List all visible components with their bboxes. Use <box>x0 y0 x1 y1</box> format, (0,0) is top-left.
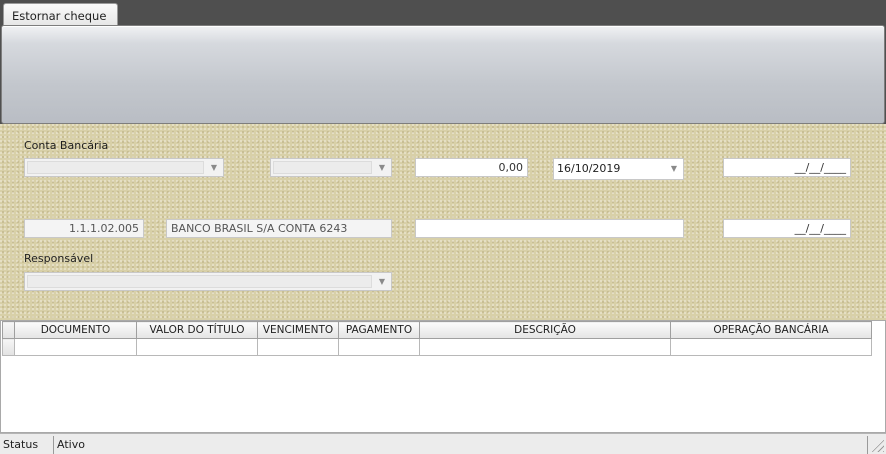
combo-inner <box>27 161 204 174</box>
grid-table: DOCUMENTO VALOR DO TÍTULO VENCIMENTO PAG… <box>2 321 872 356</box>
chevron-down-icon[interactable]: ▼ <box>376 163 388 173</box>
combo-inner <box>27 275 372 288</box>
responsavel-label: Responsável <box>24 252 94 265</box>
table-cell[interactable] <box>257 338 339 356</box>
col-header-operacao-bancaria[interactable]: OPERAÇÃO BANCÁRIA <box>670 321 872 339</box>
row-selector[interactable] <box>2 338 15 356</box>
col-header-valor-titulo[interactable]: VALOR DO TÍTULO <box>136 321 258 339</box>
status-value: Ativo <box>54 436 868 454</box>
table-row[interactable] <box>2 338 872 356</box>
data-combo[interactable]: 16/10/2019 ▼ <box>553 158 684 180</box>
cheques-grid[interactable]: DOCUMENTO VALOR DO TÍTULO VENCIMENTO PAG… <box>0 320 886 433</box>
combo-inner <box>273 161 372 174</box>
codigo-conta-field: 1.1.1.02.005 <box>24 219 144 238</box>
responsavel-combo[interactable]: ▼ <box>24 272 392 291</box>
grid-header-row: DOCUMENTO VALOR DO TÍTULO VENCIMENTO PAG… <box>2 321 872 339</box>
conta-bancaria-combo[interactable]: ▼ <box>24 158 224 177</box>
table-cell[interactable] <box>14 338 137 356</box>
ribbon-panel <box>1 25 885 124</box>
status-label: Status <box>0 436 54 454</box>
tab-estornar-cheque[interactable]: Estornar cheque <box>3 3 118 26</box>
chevron-down-icon[interactable]: ▼ <box>208 163 220 173</box>
col-header-vencimento[interactable]: VENCIMENTO <box>257 321 339 339</box>
valor-field[interactable]: 0,00 <box>415 158 528 177</box>
col-header-descricao[interactable]: DESCRIÇÃO <box>419 321 671 339</box>
table-cell[interactable] <box>670 338 872 356</box>
tab-strip: Estornar cheque <box>0 0 886 26</box>
status-bar: Status Ativo <box>0 433 886 454</box>
col-header-documento[interactable]: DOCUMENTO <box>14 321 137 339</box>
chevron-down-icon[interactable]: ▼ <box>668 164 680 174</box>
table-cell[interactable] <box>136 338 258 356</box>
secondary-combo[interactable]: ▼ <box>270 158 392 177</box>
col-header-pagamento[interactable]: PAGAMENTO <box>338 321 420 339</box>
conta-bancaria-label: Conta Bancária <box>24 139 109 152</box>
resize-grip-icon[interactable] <box>870 438 884 452</box>
campo-vazio-field[interactable] <box>415 219 684 238</box>
data-final-field-2[interactable]: __/__/____ <box>723 219 851 238</box>
chevron-down-icon[interactable]: ▼ <box>376 277 388 287</box>
data-final-field-1[interactable]: __/__/____ <box>723 158 851 177</box>
conta-descricao-field: BANCO BRASIL S/A CONTA 6243 <box>166 219 392 238</box>
table-cell[interactable] <box>338 338 420 356</box>
row-selector-header <box>2 321 15 339</box>
table-cell[interactable] <box>419 338 671 356</box>
data-value: 16/10/2019 <box>557 162 621 175</box>
form-panel: Conta Bancária ▼ ▼ 0,00 16/10/2019 ▼ __/… <box>0 124 886 320</box>
